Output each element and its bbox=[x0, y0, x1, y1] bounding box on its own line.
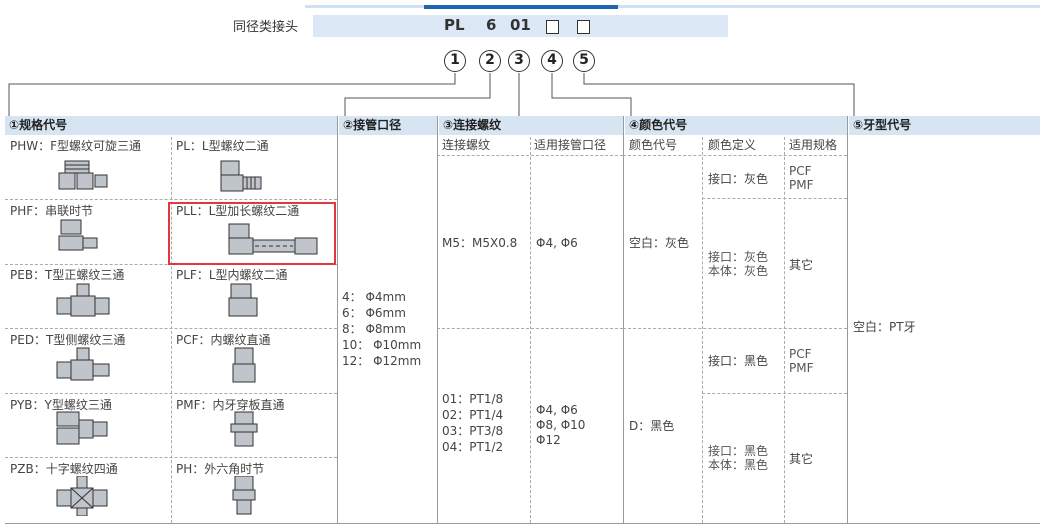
pt-thread: 04：PT1/2 bbox=[442, 440, 504, 454]
col-divider-1 bbox=[337, 116, 338, 524]
selected-spec-highlight bbox=[168, 202, 336, 265]
thread-m5-tube: Φ4, Φ6 bbox=[536, 236, 578, 250]
gray-def-2: 接口：灰色 本体：灰色 bbox=[708, 250, 768, 278]
tee-icon bbox=[56, 283, 110, 317]
y-tee-icon bbox=[56, 411, 108, 445]
spec-label-plf: PLF：L型内螺纹二通 bbox=[176, 268, 288, 282]
color-col-code: 颜色代号 bbox=[629, 138, 678, 152]
col-divider-3 bbox=[623, 116, 624, 524]
col-divider-4 bbox=[847, 116, 848, 524]
female-straight-icon bbox=[232, 347, 256, 383]
spec-divider bbox=[171, 137, 172, 523]
pt-thread-list: 01：PT1/8 02：PT1/4 03：PT3/8 04：PT1/2 bbox=[442, 391, 503, 455]
spec-label-pl: PL：L型螺纹二通 bbox=[176, 139, 269, 153]
gray-spec-pmf: PMF bbox=[789, 178, 814, 192]
header-thread: ③连接螺纹 bbox=[439, 116, 623, 135]
pt-thread: 01：PT1/8 bbox=[442, 392, 504, 406]
spec-label-pzb: PZB：十字螺纹四通 bbox=[10, 462, 118, 476]
spec-row-line bbox=[5, 457, 337, 458]
header-spec: ①规格代号 bbox=[5, 116, 337, 135]
color-row-line bbox=[623, 328, 847, 329]
black-def-body: 本体：黑色 bbox=[708, 458, 769, 472]
tandem-icon bbox=[58, 219, 98, 251]
thread-m5: M5：M5X0.8 bbox=[442, 236, 518, 250]
color-subheader-line bbox=[623, 155, 847, 156]
side-tee-icon bbox=[56, 347, 110, 381]
pt-tube: Φ12 bbox=[536, 433, 561, 447]
gray-def-1: 接口：灰色 bbox=[708, 172, 769, 186]
spec-label-phf: PHF：串联时节 bbox=[10, 204, 94, 218]
gray-spec-2: 其它 bbox=[789, 258, 814, 272]
black-spec-pmf: PMF bbox=[789, 361, 814, 375]
page-title: 同径类接头 bbox=[233, 20, 299, 35]
code-box-5 bbox=[577, 20, 590, 34]
circle-2: 2 bbox=[479, 50, 501, 72]
black-spec-1: PCF PMF bbox=[789, 347, 814, 375]
pt-thread: 03：PT3/8 bbox=[442, 424, 504, 438]
spec-label-ph: PH：外六角时节 bbox=[176, 462, 265, 476]
code-part-1: PL bbox=[444, 16, 465, 34]
tee-swivel-icon bbox=[58, 160, 108, 190]
color-divider-1 bbox=[702, 137, 703, 523]
spec-row-line bbox=[5, 199, 337, 200]
tube-size-list: 4： Φ4mm 6： Φ6mm 8： Φ8mm 10： Φ10mm 12： Φ1… bbox=[342, 289, 421, 369]
color-col-spec: 适用规格 bbox=[789, 138, 838, 152]
header-tooth: ⑤牙型代号 bbox=[849, 116, 1040, 135]
tube-size: 8： Φ8mm bbox=[342, 322, 406, 336]
tube-size: 4： Φ4mm bbox=[342, 290, 406, 304]
circle-1: 1 bbox=[444, 50, 466, 72]
black-spec-pcf: PCF bbox=[789, 347, 812, 361]
thread-col-thread: 连接螺纹 bbox=[442, 138, 491, 152]
color-col-def: 颜色定义 bbox=[708, 138, 757, 152]
table-bottom bbox=[5, 523, 1040, 524]
bulkhead-icon bbox=[230, 411, 258, 447]
pt-tube: Φ8, Φ10 bbox=[536, 418, 586, 432]
black-def-2: 接口：黑色 本体：黑色 bbox=[708, 444, 768, 472]
tube-size: 10： Φ10mm bbox=[342, 338, 422, 352]
gray-spec-pcf: PCF bbox=[789, 164, 812, 178]
code-box-4 bbox=[546, 20, 559, 34]
spec-row-line bbox=[5, 328, 337, 329]
pt-thread: 02：PT1/4 bbox=[442, 408, 504, 422]
black-spec-2: 其它 bbox=[789, 452, 814, 466]
gray-spec-1: PCF PMF bbox=[789, 164, 814, 192]
color-row-line bbox=[702, 393, 847, 394]
tooth-value: 空白：PT牙 bbox=[853, 320, 916, 334]
color-divider-2 bbox=[784, 137, 785, 523]
header-tube: ②接管口径 bbox=[339, 116, 437, 135]
color-black-code: D：黑色 bbox=[629, 419, 675, 433]
pt-tube: Φ4, Φ6 bbox=[536, 403, 578, 417]
color-gray-code: 空白：灰色 bbox=[629, 236, 690, 250]
top-rule bbox=[305, 5, 1040, 8]
circle-3: 3 bbox=[508, 50, 530, 72]
code-part-3: 01 bbox=[510, 16, 531, 34]
gray-def-port: 接口：灰色 bbox=[708, 250, 769, 264]
tube-size: 12： Φ12mm bbox=[342, 354, 422, 368]
code-part-2: 6 bbox=[486, 16, 497, 34]
black-def-port: 接口：黑色 bbox=[708, 444, 769, 458]
header-color: ④颜色代号 bbox=[625, 116, 847, 135]
hex-icon bbox=[232, 476, 256, 515]
pt-tube-list: Φ4, Φ6 Φ8, Φ10 Φ12 bbox=[536, 403, 585, 448]
gray-def-body: 本体：灰色 bbox=[708, 264, 769, 278]
col-divider-2 bbox=[437, 116, 438, 524]
thread-row-line bbox=[437, 328, 623, 329]
thread-divider bbox=[530, 137, 531, 523]
black-def-1: 接口：黑色 bbox=[708, 354, 769, 368]
thread-col-tube: 适用接管口径 bbox=[534, 138, 607, 152]
tube-size: 6： Φ6mm bbox=[342, 306, 406, 320]
spec-label-peb: PEB：T型正螺纹三通 bbox=[10, 268, 125, 282]
spec-row-line bbox=[5, 393, 337, 394]
thread-subheader-line bbox=[437, 155, 623, 156]
cross-icon bbox=[56, 476, 108, 516]
circle-4: 4 bbox=[541, 50, 563, 72]
color-row-line bbox=[702, 198, 847, 199]
elbow-icon bbox=[220, 160, 262, 192]
top-accent-bar bbox=[424, 5, 618, 9]
circle-5: 5 bbox=[573, 50, 595, 72]
female-elbow-icon bbox=[228, 283, 258, 317]
spec-label-phw: PHW：F型螺纹可旋三通 bbox=[10, 139, 142, 153]
